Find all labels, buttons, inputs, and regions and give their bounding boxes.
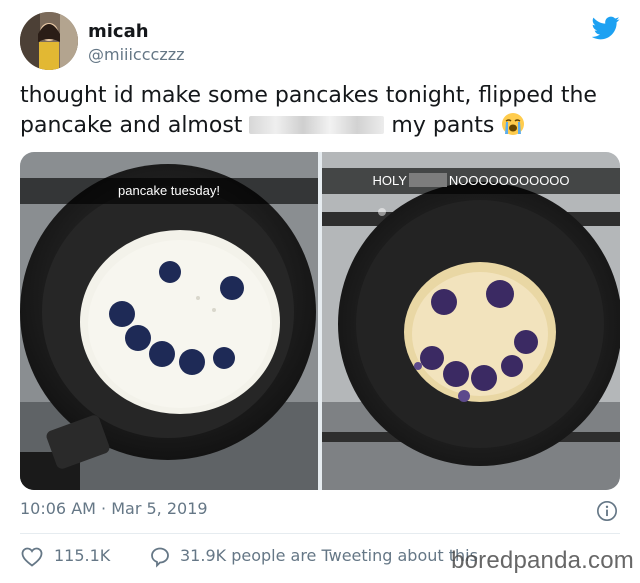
snap-caption-right-after: NOOOOOOOOOOO: [448, 173, 570, 188]
tweet-header: micah @miiiccczzz: [20, 12, 620, 74]
info-icon[interactable]: [596, 500, 618, 522]
watermark: boredpanda.com: [451, 547, 634, 574]
snap-caption-right-before: HOLY: [372, 173, 407, 188]
divider: [20, 533, 620, 534]
tweet-text-line1: thought id make some pancakes tonight, f…: [20, 83, 597, 108]
tweet-text: thought id make some pancakes tonight, f…: [20, 81, 620, 141]
censored-word: [249, 116, 385, 134]
avatar[interactable]: [20, 12, 78, 70]
photo-pancake-before[interactable]: pancake tuesday!: [20, 152, 318, 490]
retweet-info-text: 31.9K people are Tweeting about this: [180, 546, 478, 565]
snap-caption-right: HOLY NOOOOOOOOOOO: [322, 168, 620, 194]
tweet-text-part-after: my pants: [391, 113, 495, 138]
snap-caption-left: pancake tuesday!: [20, 178, 318, 204]
photo-pancake-after[interactable]: HOLY NOOOOOOOOOOO: [322, 152, 620, 490]
tweet-text-part-before: pancake and almost: [20, 113, 243, 138]
tweet-timestamp[interactable]: 10:06 AM · Mar 5, 2019: [20, 498, 208, 520]
user-handle[interactable]: @miiiccczzz: [88, 44, 185, 66]
like-count: 115.1K: [54, 546, 111, 565]
tweet-text-line2: pancake and almost my pants: [20, 111, 620, 141]
tweet-media[interactable]: pancake tuesday! HOLY NOOOOOOOOOOO: [20, 152, 620, 490]
censored-word-caption: [408, 173, 447, 187]
crying-face-icon: [502, 113, 525, 135]
heart-icon: [21, 547, 43, 567]
twitter-bird-icon[interactable]: [592, 14, 620, 42]
speech-bubble-icon: [151, 547, 169, 568]
display-name[interactable]: micah: [88, 21, 185, 43]
